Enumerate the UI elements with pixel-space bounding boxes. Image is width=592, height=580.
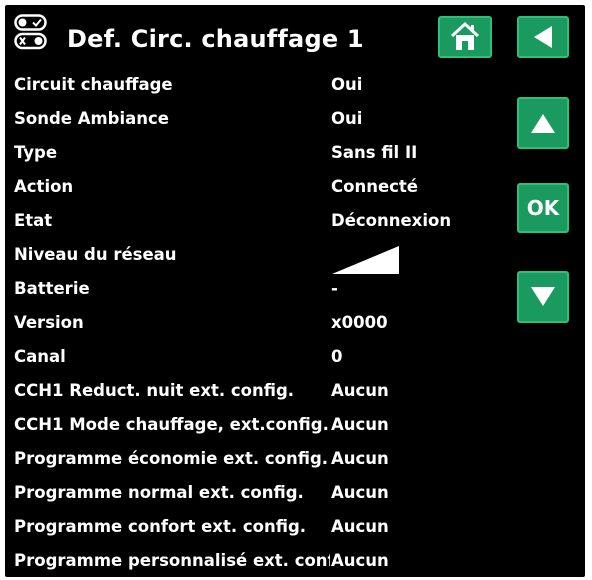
row-reduct-nuit[interactable]: CCH1 Reduct. nuit ext. config. Aucun xyxy=(5,379,585,413)
row-niveau-reseau[interactable]: Niveau du réseau xyxy=(5,243,585,277)
row-etat[interactable]: Etat Déconnexion xyxy=(5,209,585,243)
row-value: Oui xyxy=(331,75,363,94)
row-value: Aucun xyxy=(331,483,389,502)
row-canal[interactable]: Canal 0 xyxy=(5,345,585,379)
row-value: - xyxy=(331,279,338,298)
heating-circuit-toggle-icon xyxy=(14,14,47,50)
home-button[interactable] xyxy=(438,16,492,58)
row-programme-confort[interactable]: Programme confort ext. config. Aucun xyxy=(5,515,585,549)
row-value: Aucun xyxy=(331,551,389,570)
row-sonde-ambiance[interactable]: Sonde Ambiance Oui xyxy=(5,107,585,141)
row-label: Batterie xyxy=(14,279,90,298)
row-label: CCH1 Reduct. nuit ext. config. xyxy=(14,381,295,400)
row-label: Action xyxy=(14,177,74,196)
page-title: Def. Circ. chauffage 1 xyxy=(67,25,364,53)
row-label: Programme économie ext. config. xyxy=(14,449,329,468)
row-programme-economie[interactable]: Programme économie ext. config. Aucun xyxy=(5,447,585,481)
row-value: Déconnexion xyxy=(331,211,452,230)
row-label: Canal xyxy=(14,347,66,366)
row-label: Circuit chauffage xyxy=(14,75,173,94)
display-screen: Def. Circ. chauffage 1 OK Circuit chauff… xyxy=(5,5,585,577)
row-value: Connecté xyxy=(331,177,418,196)
row-value: Oui xyxy=(331,109,363,128)
row-label: Programme normal ext. config. xyxy=(14,483,304,502)
row-mode-chauffage[interactable]: CCH1 Mode chauffage, ext.config. Aucun xyxy=(5,413,585,447)
back-button[interactable] xyxy=(517,16,569,58)
row-value: Aucun xyxy=(331,517,389,536)
row-label: CCH1 Mode chauffage, ext.config. xyxy=(14,415,329,434)
row-value: 0 xyxy=(331,347,343,366)
row-label: Sonde Ambiance xyxy=(14,109,169,128)
settings-list: Circuit chauffage Oui Sonde Ambiance Oui… xyxy=(5,73,585,577)
row-label: Programme personnalisé ext. config. xyxy=(14,551,330,570)
row-programme-normal[interactable]: Programme normal ext. config. Aucun xyxy=(5,481,585,515)
home-icon xyxy=(450,21,480,50)
back-arrow-icon xyxy=(534,26,552,48)
row-value: x0000 xyxy=(331,313,388,332)
row-action[interactable]: Action Connecté xyxy=(5,175,585,209)
row-circuit-chauffage[interactable]: Circuit chauffage Oui xyxy=(5,73,585,107)
row-value: Aucun xyxy=(331,415,389,434)
row-programme-personnalise[interactable]: Programme personnalisé ext. config. Aucu… xyxy=(5,549,585,577)
row-label: Niveau du réseau xyxy=(14,245,177,264)
row-value: Aucun xyxy=(331,381,389,400)
row-label: Etat xyxy=(14,211,53,230)
row-label: Programme confort ext. config. xyxy=(14,517,307,536)
row-value: Sans fil II xyxy=(331,143,418,162)
row-type[interactable]: Type Sans fil II xyxy=(5,141,585,175)
row-value: Aucun xyxy=(331,449,389,468)
row-label: Version xyxy=(14,313,84,332)
row-version[interactable]: Version x0000 xyxy=(5,311,585,345)
row-label: Type xyxy=(14,143,58,162)
signal-strength-icon xyxy=(332,246,399,274)
row-batterie[interactable]: Batterie - xyxy=(5,277,585,311)
